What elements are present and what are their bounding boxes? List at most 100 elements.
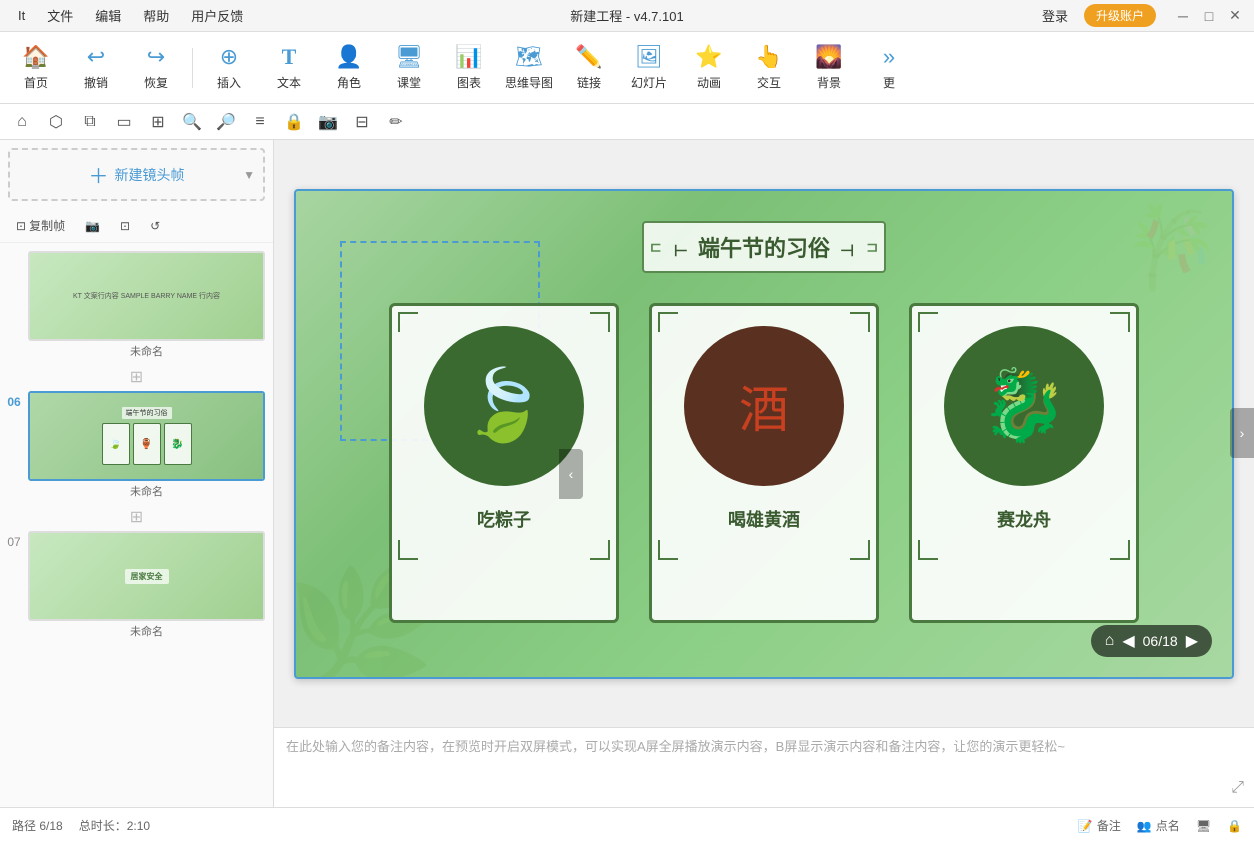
lock2-icon: 🔒	[1227, 819, 1242, 833]
new-frame-button[interactable]: ＋ 新建镜头帧 ▼	[8, 148, 265, 201]
toolbar-home[interactable]: 🏠 首页	[8, 38, 64, 98]
link-icon: ✏️	[575, 44, 602, 70]
draw-home-icon[interactable]: ⌂	[8, 108, 36, 136]
toolbar-chart[interactable]: 📊 图表	[441, 38, 497, 98]
status-lock[interactable]: 🔒	[1227, 817, 1242, 834]
slide-title-area: ⊢ 端午节的习俗 ⊣	[296, 221, 1232, 273]
menu-help[interactable]: 帮助	[133, 2, 179, 29]
toolbar-undo[interactable]: ↩ 撤销	[68, 38, 124, 98]
menu-edit[interactable]: 编辑	[85, 2, 131, 29]
card-icon-dragon: 🐉	[944, 326, 1104, 486]
copy-frame-button[interactable]: ⊡ 复制帧	[8, 213, 73, 238]
slide-label-7: 未命名	[28, 623, 265, 639]
toolbar-text-label: 文本	[277, 74, 301, 91]
main-toolbar: 🏠 首页 ↩ 撤销 ↪ 恢复 ⊕ 插入 T 文本 👤 角色 🖥 课堂 📊 图表 …	[0, 32, 1254, 104]
progress-home-icon[interactable]: ⌂	[1105, 632, 1115, 650]
draw-grid-icon[interactable]: ⊟	[348, 108, 376, 136]
notes-area[interactable]: 在此处输入您的备注内容，在预览时开启双屏模式，可以实现A屏全屏播放演示内容，B屏…	[274, 727, 1254, 807]
card-dragon: 🐉 赛龙舟	[909, 303, 1139, 623]
toolbar-bg[interactable]: 🌄 背景	[801, 38, 857, 98]
menu-file[interactable]: 文件	[37, 2, 83, 29]
status-duration: 总时长：2:10	[79, 817, 150, 834]
toolbar-interact[interactable]: 👆 交互	[741, 38, 797, 98]
menu-it[interactable]: It	[8, 4, 35, 27]
menu-feedback[interactable]: 用户反馈	[181, 2, 253, 29]
corner-tl-1	[398, 312, 418, 332]
toolbar-animate[interactable]: ⭐ 动画	[681, 38, 737, 98]
draw-copy2-icon[interactable]: ⊞	[144, 108, 172, 136]
screen-icon: 🖥	[1196, 819, 1211, 833]
toolbar-mindmap[interactable]: 🗺 思维导图	[501, 38, 557, 98]
nav-right-button[interactable]: ›	[1230, 408, 1254, 458]
maximize-button[interactable]: □	[1198, 5, 1220, 27]
draw-rect-icon[interactable]: ▭	[110, 108, 138, 136]
draw-lock-icon[interactable]: 🔒	[280, 108, 308, 136]
plus-icon: ＋	[89, 160, 109, 189]
toolbar-class[interactable]: 🖥 课堂	[381, 38, 437, 98]
thumb-card-zongzi: 🍃	[102, 423, 130, 465]
toolbar-redo-label: 恢复	[144, 74, 168, 91]
toolbar-bg-label: 背景	[817, 74, 841, 91]
canvas-column: ‹ › 🌿 🎋 ⊢ 端午节的习俗 ⊣	[274, 140, 1254, 807]
upgrade-button[interactable]: 升级账户	[1084, 4, 1156, 27]
login-button[interactable]: 登录	[1034, 4, 1076, 27]
draw-zoomout-icon[interactable]: 🔎	[212, 108, 240, 136]
screenshot-button[interactable]: 📷	[77, 215, 108, 237]
close-button[interactable]: ✕	[1224, 5, 1246, 27]
status-notes[interactable]: 📝 备注	[1078, 817, 1121, 834]
status-attendance[interactable]: 👥 点名	[1137, 817, 1180, 834]
draw-align-icon[interactable]: ≡	[246, 108, 274, 136]
slide-list: KT 文案行内容 SAMPLE BARRY NAME 行内容 未命名 ⊞ 06 …	[0, 243, 273, 807]
toolbar-insert[interactable]: ⊕ 插入	[201, 38, 257, 98]
reset-button[interactable]: ↺	[142, 215, 168, 237]
draw-zoomin-icon[interactable]: 🔍	[178, 108, 206, 136]
toolbar-role[interactable]: 👤 角色	[321, 38, 377, 98]
toolbar-more[interactable]: » 更	[861, 38, 917, 98]
chart-icon: 📊	[455, 44, 482, 70]
corner-bl-2	[658, 540, 678, 560]
window-controls: ─ □ ✕	[1172, 5, 1246, 27]
minimize-button[interactable]: ─	[1172, 5, 1194, 27]
title-bar: It 文件 编辑 帮助 用户反馈 新建工程 - v4.7.101 登录 升级账户…	[0, 0, 1254, 32]
draw-camera-icon[interactable]: 📷	[314, 108, 342, 136]
status-notes-label: 备注	[1097, 817, 1121, 834]
toolbar-divider-1	[192, 48, 193, 88]
app-title: 新建工程 - v4.7.101	[570, 6, 683, 25]
bg-decor-right: 🎋	[1122, 201, 1222, 295]
reset-icon: ↺	[150, 219, 160, 233]
slide-separator-2: ⊞	[4, 507, 269, 527]
progress-prev-icon[interactable]: ◀	[1122, 631, 1134, 651]
notes-expand-icon[interactable]: ⤢	[1231, 779, 1244, 797]
nav-left-button[interactable]: ‹	[559, 449, 583, 499]
grid-button[interactable]: ⊡	[112, 215, 138, 237]
draw-copy-icon[interactable]: ⬡	[42, 108, 70, 136]
draw-paste-icon[interactable]: ⧉	[76, 108, 104, 136]
toolbar-insert-label: 插入	[217, 74, 241, 91]
slide-preview-6: 端午节的习俗 🍃 🏺 🐉	[30, 393, 263, 479]
toolbar-home-label: 首页	[24, 74, 48, 91]
status-right: 📝 备注 👥 点名 🖥 🔒	[1078, 817, 1242, 834]
cards-container: 🍃 吃粽子 酒 喝雄	[296, 293, 1232, 633]
progress-next-icon[interactable]: ▶	[1186, 631, 1198, 651]
toolbar-text[interactable]: T 文本	[261, 38, 317, 98]
corner-br-1	[590, 540, 610, 560]
slide-thumb-7: 居家安全	[28, 531, 265, 621]
toolbar-chart-label: 图表	[457, 74, 481, 91]
status-screen[interactable]: 🖥	[1196, 817, 1211, 834]
slide-content: 🌿 🎋 ⊢ 端午节的习俗 ⊣	[294, 189, 1234, 679]
home-icon: 🏠	[22, 44, 49, 70]
corner-tr-2	[850, 312, 870, 332]
slide-item-5[interactable]: KT 文案行内容 SAMPLE BARRY NAME 行内容 未命名	[4, 247, 269, 363]
mindmap-icon: 🗺	[515, 44, 543, 70]
toolbar-link[interactable]: ✏️ 链接	[561, 38, 617, 98]
toolbar-slide[interactable]: 🖼 幻灯片	[621, 38, 677, 98]
slide-separator-1: ⊞	[4, 367, 269, 387]
slide-item-7[interactable]: 07 居家安全 未命名	[4, 527, 269, 643]
toolbar-animate-label: 动画	[697, 74, 721, 91]
interact-icon: 👆	[755, 44, 782, 70]
status-path: 路径 6/18	[12, 817, 63, 834]
draw-edit-icon[interactable]: ✏	[382, 108, 410, 136]
toolbar-redo[interactable]: ↪ 恢复	[128, 38, 184, 98]
separator-icon-2: ⊞	[130, 507, 143, 527]
slide-item-6[interactable]: 06 端午节的习俗 🍃 🏺 🐉 未命名	[4, 387, 269, 503]
